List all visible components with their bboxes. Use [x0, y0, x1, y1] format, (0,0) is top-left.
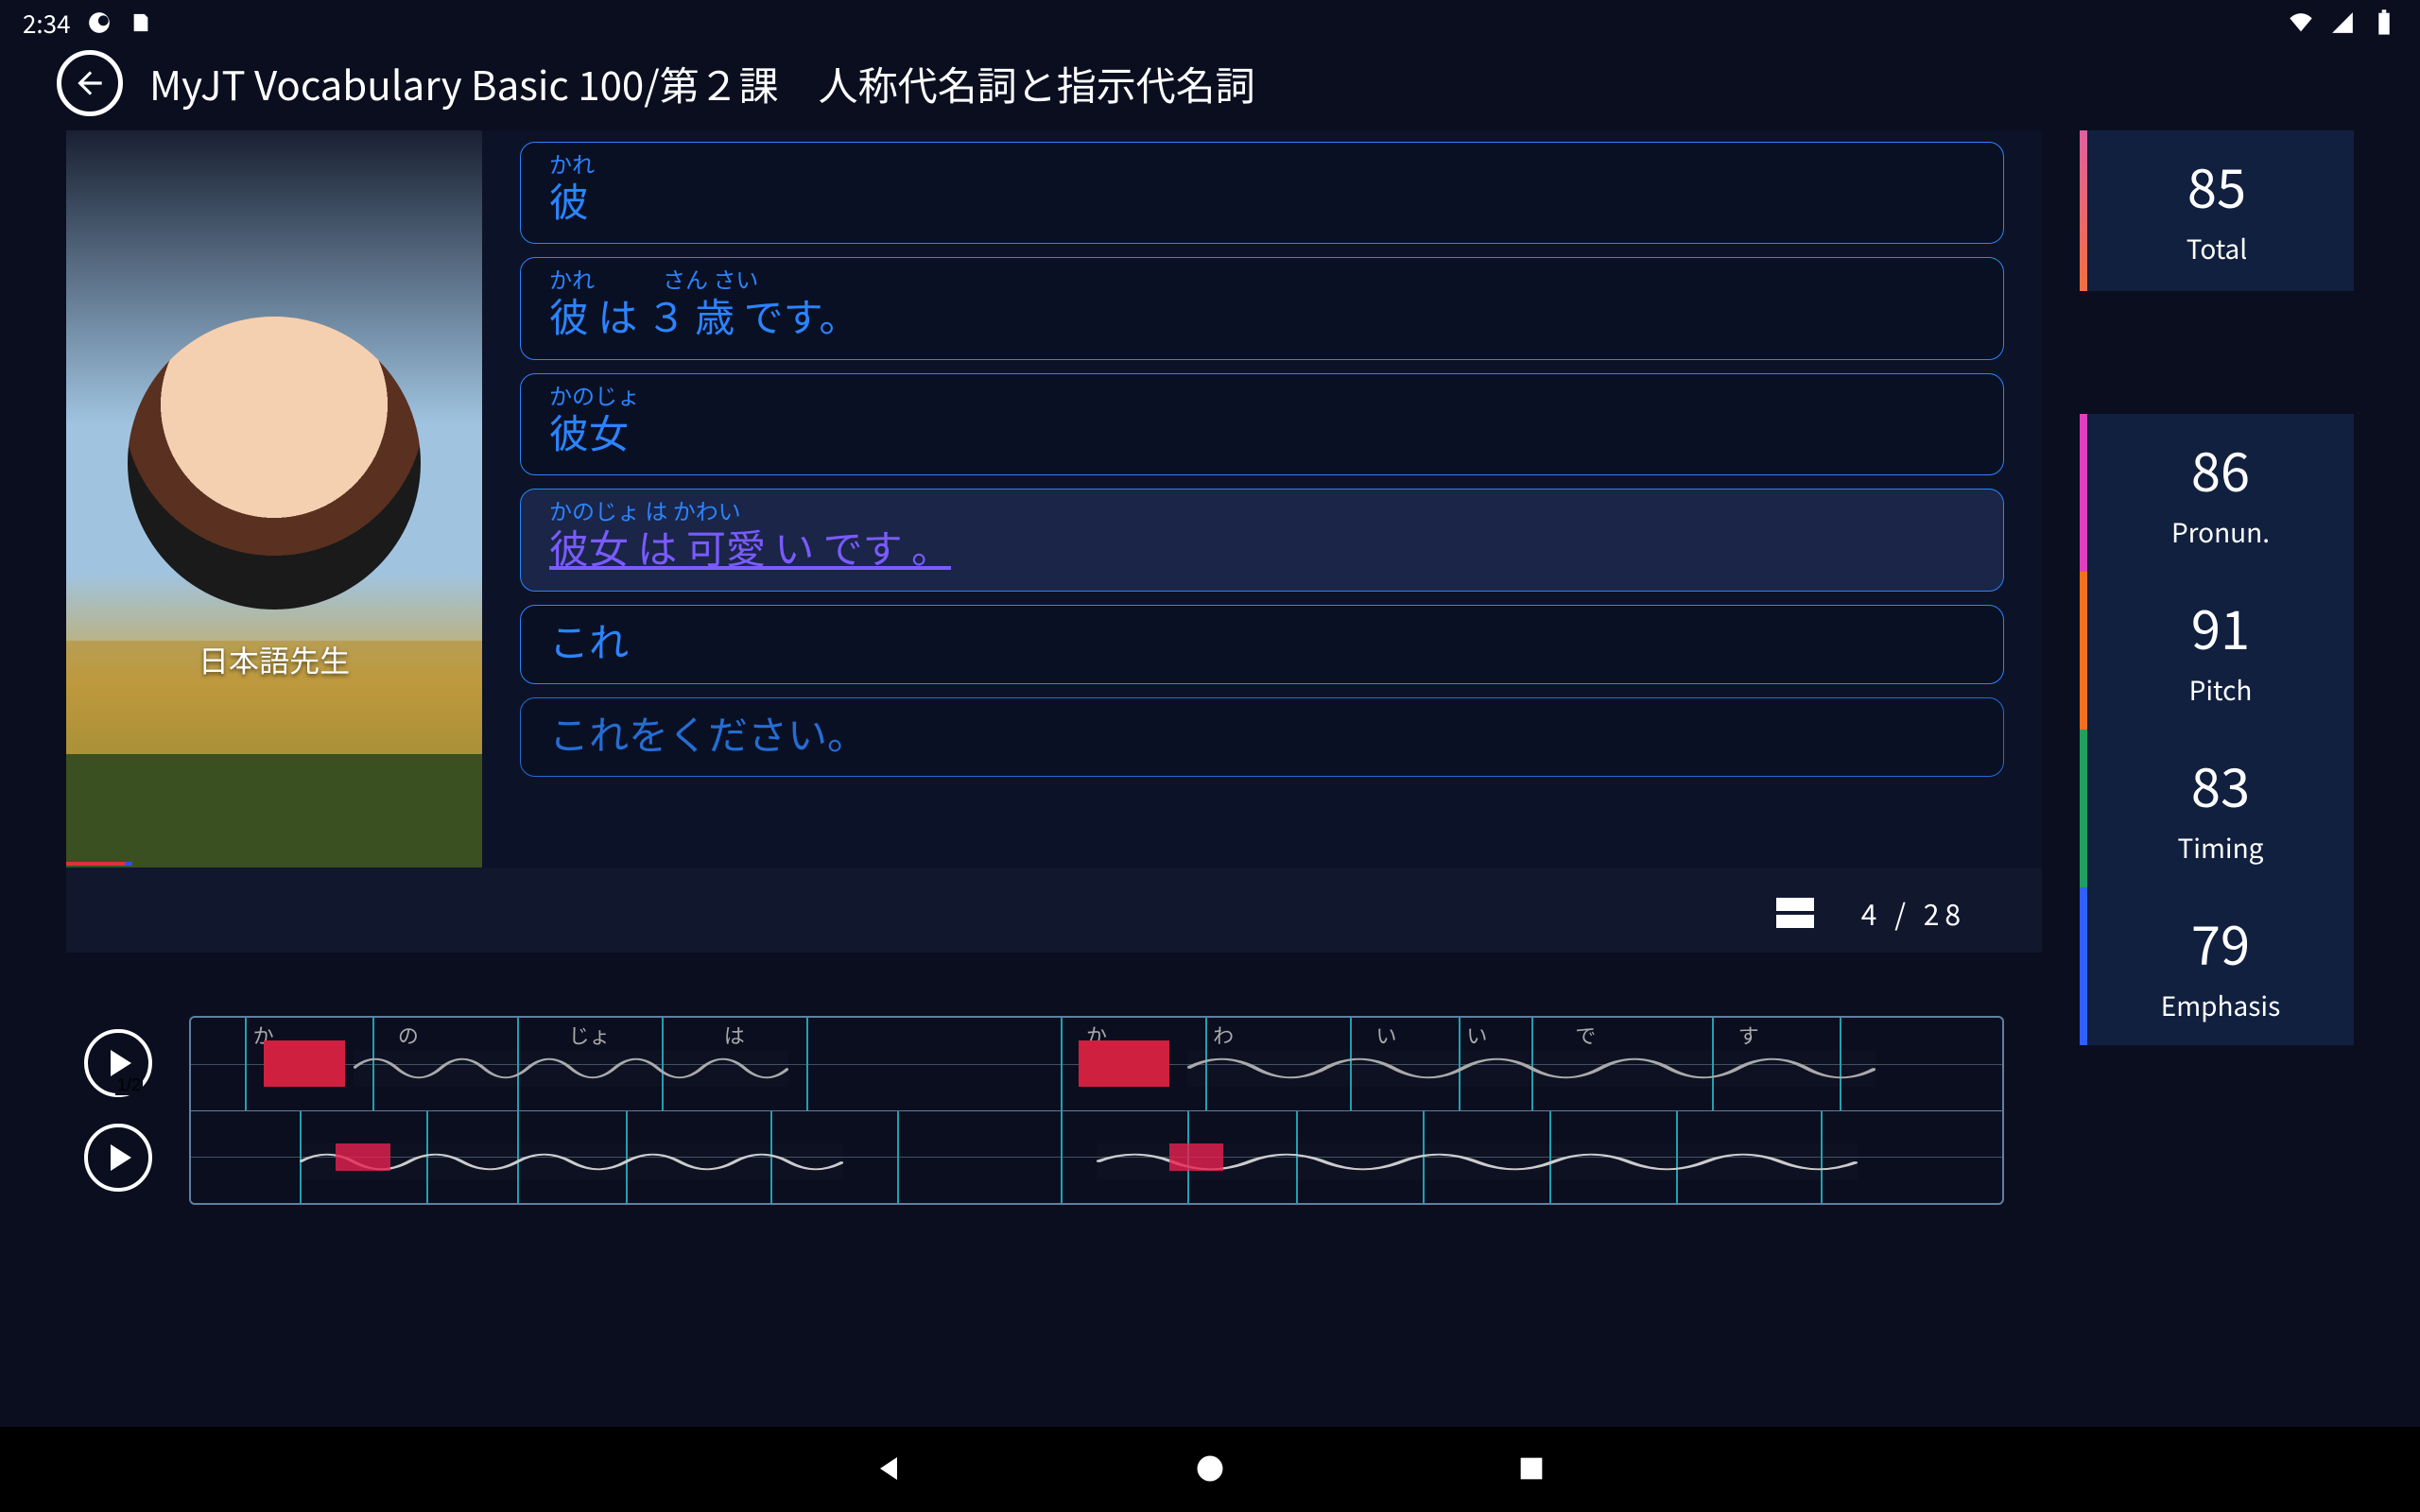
page-sep: /: [1894, 892, 1911, 934]
square-recent-icon: [1515, 1452, 1547, 1485]
phrase-text: これ: [549, 617, 1975, 664]
score-emphasis-label: Emphasis: [2161, 987, 2280, 1024]
phrase-text: 彼 は ３ 歳 です。: [549, 292, 1975, 339]
score-pitch-label: Pitch: [2189, 671, 2253, 709]
score-total: 85 Total: [2080, 130, 2354, 291]
score-total-value: 85: [2187, 147, 2246, 224]
triangle-back-icon: [872, 1452, 906, 1486]
nav-back-button[interactable]: [870, 1451, 908, 1488]
kana-label: い: [1376, 1020, 1397, 1050]
score-pronun: 86 Pronun.: [2080, 414, 2354, 572]
teacher-name: 日本語先生: [199, 638, 350, 681]
system-nav-bar: [0, 1427, 2420, 1512]
half-speed-label: 1/2: [115, 1075, 143, 1095]
score-total-label: Total: [2187, 230, 2248, 267]
lesson-panel: 日本語先生 かれ 彼 かれ さん さい 彼 は ３ 歳 です。 かのじょ 彼女: [66, 130, 2042, 953]
segment-tick: [1061, 1111, 1063, 1204]
phrase-list[interactable]: かれ 彼 かれ さん さい 彼 は ３ 歳 です。 かのじょ 彼女 かのじょ は…: [482, 130, 2042, 868]
waveform-reference: かのじょはかわいいです kanojowakawaides: [191, 1018, 2002, 1111]
score-emphasis-value: 79: [2191, 904, 2250, 981]
phrase-text: これをください。: [549, 710, 1975, 757]
sd-card-icon: [128, 9, 154, 36]
page-current: 4: [1861, 892, 1883, 934]
score-emphasis: 79 Emphasis: [2080, 887, 2354, 1045]
nav-recent-button[interactable]: [1512, 1451, 1550, 1488]
score-pitch-value: 91: [2191, 589, 2250, 665]
video-progress[interactable]: [66, 862, 482, 868]
phrase-card[interactable]: かれ 彼: [520, 142, 2004, 244]
phrase-card[interactable]: かのじょ 彼女: [520, 373, 2004, 475]
kana-label: は: [724, 1020, 745, 1050]
furigana: かのじょ: [549, 384, 1975, 406]
page-total: 28: [1924, 892, 1966, 934]
page-indicator: 4 / 28: [1776, 892, 1966, 934]
score-timing-label: Timing: [2178, 829, 2264, 867]
kana-label: の: [398, 1020, 419, 1050]
teacher-avatar-panel: 日本語先生: [66, 130, 482, 868]
signal-icon: [2329, 9, 2356, 36]
score-timing: 83 Timing: [2080, 730, 2354, 887]
waveform-user: [191, 1111, 2002, 1204]
subtitle-icon[interactable]: [1776, 898, 1814, 928]
app-header: MyJT Vocabulary Basic 100/第２課 人称代名詞と指示代名…: [0, 45, 2420, 121]
waveform-panel: 1/2 かのじょはかわいいです kanojowakawaides: [66, 1016, 2004, 1205]
phrase-text: 彼女: [549, 408, 1975, 455]
score-pitch: 91 Pitch: [2080, 572, 2354, 730]
status-time: 2:34: [23, 6, 71, 41]
kana-label: わ: [1213, 1020, 1234, 1050]
segment-tick: [1061, 1018, 1063, 1110]
phrase-card[interactable]: これ: [520, 605, 2004, 684]
wifi-icon: [2288, 9, 2314, 36]
phrase-card[interactable]: かれ さん さい 彼 は ３ 歳 です。: [520, 257, 2004, 359]
circle-home-icon: [1193, 1452, 1227, 1486]
play-button[interactable]: [84, 1124, 152, 1192]
nav-home-button[interactable]: [1191, 1451, 1229, 1488]
kana-label: で: [1575, 1020, 1596, 1050]
page-title: MyJT Vocabulary Basic 100/第２課 人称代名詞と指示代名…: [149, 55, 1255, 112]
back-button[interactable]: [57, 50, 123, 116]
arrow-left-icon: [72, 65, 108, 101]
teacher-photo: [128, 317, 421, 610]
waveform-box[interactable]: かのじょはかわいいです kanojowakawaides: [189, 1016, 2004, 1205]
battery-icon: [2371, 9, 2397, 36]
score-panel: 85 Total 86 Pronun. 91 Pitch 83 Timing 7…: [2080, 130, 2354, 1045]
segment-tick: [806, 1018, 808, 1110]
kana-label: い: [1466, 1020, 1487, 1050]
phrase-text: 彼: [549, 177, 1975, 224]
kana-label: す: [1738, 1020, 1759, 1050]
score-pronun-label: Pronun.: [2171, 513, 2270, 551]
segment-tick: [897, 1111, 899, 1204]
score-pronun-value: 86: [2191, 431, 2250, 507]
status-app-icon: [86, 9, 112, 36]
kana-label: じょ: [569, 1020, 611, 1050]
phrase-card[interactable]: これをください。: [520, 697, 2004, 777]
phrase-card-active[interactable]: かのじょ は かわい 彼女 は 可愛 い です 。: [520, 489, 2004, 591]
furigana: かれ: [549, 152, 1975, 175]
phrase-text: 彼女 は 可愛 い です 。: [549, 524, 1975, 571]
play-half-speed-button[interactable]: 1/2: [84, 1029, 152, 1097]
segment-tick: [245, 1018, 247, 1110]
score-timing-value: 83: [2191, 747, 2250, 823]
status-bar: 2:34: [0, 0, 2420, 45]
